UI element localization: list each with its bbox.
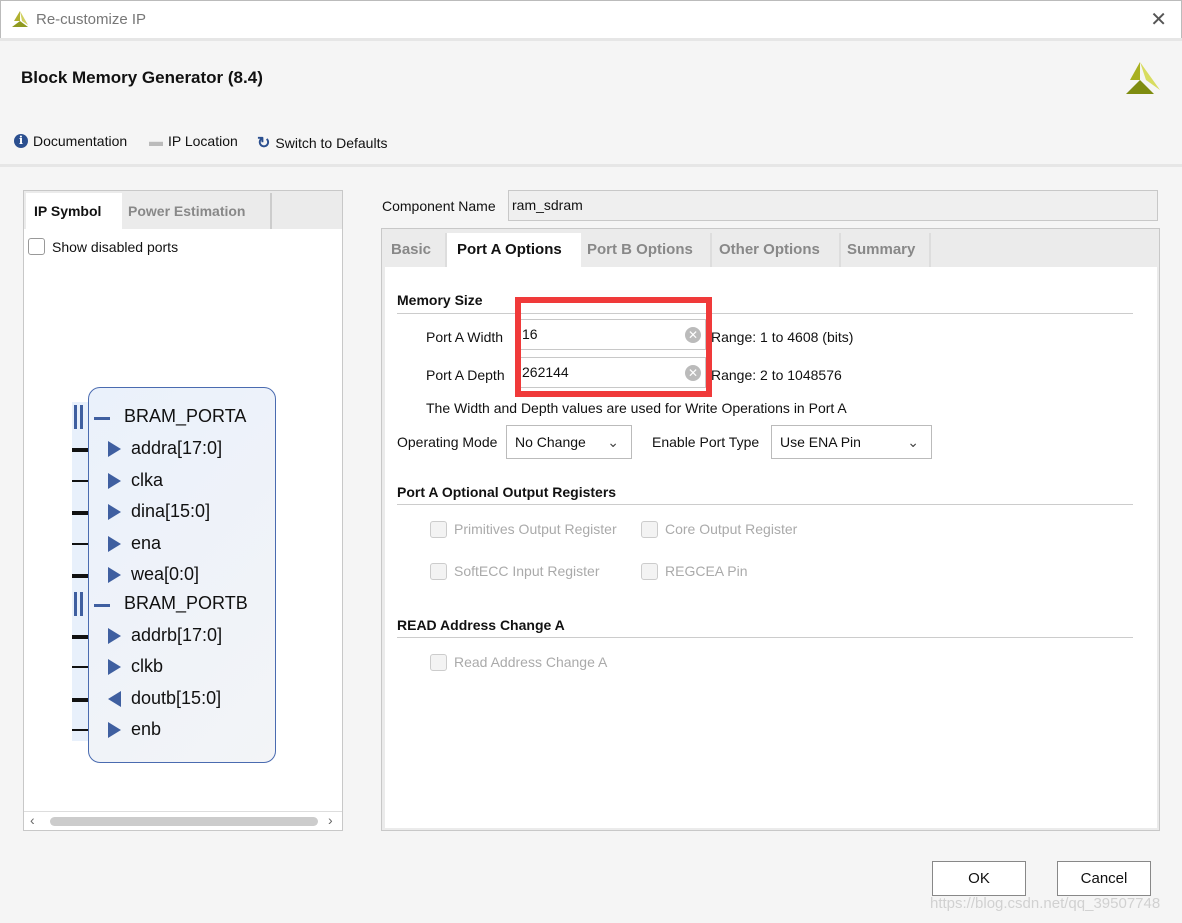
- softecc-input-register-checkbox[interactable]: SoftECC Input Register: [430, 563, 600, 580]
- pin-label: wea[0:0]: [131, 564, 200, 584]
- primitives-output-register-checkbox[interactable]: Primitives Output Register: [430, 521, 617, 538]
- port-a-width-range: Range: 1 to 4608 (bits): [711, 329, 854, 345]
- tab-basic[interactable]: Basic: [385, 233, 447, 267]
- input-arrow-icon: [108, 535, 121, 552]
- xilinx-logo-icon: [1126, 62, 1160, 94]
- bus-icon: [74, 591, 77, 616]
- input-arrow-icon: [108, 441, 121, 457]
- input-arrow-icon: [108, 472, 121, 489]
- output-arrow-icon: [108, 690, 121, 707]
- pin-wire: [72, 448, 88, 452]
- port-a-width-label: Port A Width: [426, 329, 504, 345]
- refresh-icon: ↻: [257, 135, 271, 152]
- pin-label: addra[17:0]: [131, 438, 223, 458]
- port-a-depth-label: Port A Depth: [426, 367, 505, 383]
- documentation-label: Documentation: [33, 133, 128, 149]
- horizontal-scrollbar[interactable]: ‹ ›: [24, 811, 342, 830]
- pin-label: ena: [131, 532, 162, 553]
- pin-wire: [72, 574, 88, 578]
- enable-port-type-label: Enable Port Type: [652, 434, 760, 450]
- tab-summary[interactable]: Summary: [841, 233, 931, 267]
- options-panel: Basic Port A Options Port B Options Othe…: [381, 228, 1160, 831]
- pin-label: dina[15:0]: [131, 501, 211, 521]
- enable-port-type-select[interactable]: Use ENA Pin ⌄: [771, 425, 932, 459]
- title-bar: Re-customize IP ✕: [0, 0, 1182, 38]
- tab-port-b-options[interactable]: Port B Options: [581, 233, 712, 267]
- info-icon: i: [14, 134, 28, 148]
- input-arrow-icon: [108, 722, 121, 738]
- show-disabled-ports-checkbox[interactable]: Show disabled ports: [28, 238, 178, 255]
- page-title: Block Memory Generator (8.4): [21, 68, 263, 87]
- tab-power-estimation[interactable]: Power Estimation: [120, 193, 272, 229]
- chevron-down-icon: ⌄: [607, 434, 619, 450]
- scroll-right-icon[interactable]: ›: [328, 812, 333, 828]
- port-a-depth-range: Range: 2 to 1048576: [711, 367, 842, 383]
- pin-wire: [72, 729, 88, 731]
- divider: [0, 164, 1182, 167]
- interface-label: BRAM_PORTA: [124, 406, 247, 426]
- pin-label: clka: [131, 469, 164, 490]
- scrollbar-thumb[interactable]: [50, 817, 318, 826]
- pin-label: enb: [131, 719, 162, 739]
- memory-size-heading: Memory Size: [397, 292, 483, 308]
- pin-label: clkb: [131, 656, 164, 676]
- tab-other-options[interactable]: Other Options: [713, 233, 841, 267]
- window-title: Re-customize IP: [36, 11, 147, 28]
- pin-label: addrb[17:0]: [131, 624, 223, 645]
- component-name-input[interactable]: ram_sdram: [508, 190, 1158, 221]
- xilinx-logo-icon: [12, 11, 28, 27]
- highlight-box: [515, 297, 712, 397]
- regcea-pin-checkbox[interactable]: REGCEA Pin: [641, 563, 747, 580]
- optional-registers-heading: Port A Optional Output Registers: [397, 484, 617, 500]
- ip-location-label: IP Location: [168, 133, 238, 149]
- operating-mode-select[interactable]: No Change ⌄: [506, 425, 632, 459]
- tab-content: Memory Size Port A Width 16 ✕ Range: 1 to…: [385, 267, 1157, 828]
- pin-wire: [72, 479, 88, 482]
- pin-wire: [72, 697, 88, 702]
- width-depth-note: The Width and Depth values are used for …: [426, 400, 847, 416]
- input-arrow-icon: [108, 659, 121, 675]
- operating-mode-label: Operating Mode: [397, 434, 498, 450]
- checkbox[interactable]: [28, 238, 45, 255]
- tab-ip-symbol[interactable]: IP Symbol: [26, 193, 122, 229]
- scroll-left-icon[interactable]: ‹: [30, 812, 35, 828]
- checkbox-label: Show disabled ports: [52, 238, 179, 255]
- folder-icon: ▬: [149, 133, 163, 149]
- cancel-button[interactable]: Cancel: [1057, 861, 1151, 896]
- input-arrow-icon: [108, 567, 121, 583]
- left-panel: IP Symbol Power Estimation Show disabled…: [23, 190, 343, 831]
- pin-label: doutb[15:0]: [131, 687, 222, 708]
- bus-icon: [74, 405, 77, 429]
- pin-wire: [72, 634, 88, 639]
- read-address-heading: READ Address Change A: [397, 617, 565, 633]
- chevron-down-icon: ⌄: [907, 434, 919, 450]
- enable-port-type-value: Use ENA Pin: [780, 434, 861, 450]
- input-arrow-icon: [108, 627, 121, 644]
- operating-mode-value: No Change: [515, 434, 586, 450]
- watermark: https://blog.csdn.net/qq_39507748: [930, 895, 1161, 912]
- close-icon[interactable]: ✕: [1150, 7, 1167, 32]
- documentation-link[interactable]: i Documentation: [14, 133, 127, 149]
- component-name-label: Component Name: [382, 198, 496, 214]
- divider: [0, 38, 1182, 41]
- tab-port-a-options[interactable]: Port A Options: [447, 233, 581, 267]
- ok-button[interactable]: OK: [932, 861, 1026, 896]
- switch-defaults-label: Switch to Defaults: [275, 135, 388, 151]
- switch-defaults-link[interactable]: ↻ Switch to Defaults: [257, 133, 387, 153]
- pin-wire: [72, 666, 88, 668]
- collapse-icon[interactable]: [94, 417, 110, 420]
- interface-label: BRAM_PORTB: [124, 592, 248, 613]
- ip-location-link[interactable]: ▬ IP Location: [149, 133, 238, 149]
- collapse-icon[interactable]: [94, 603, 110, 607]
- input-arrow-icon: [108, 504, 121, 520]
- pin-wire: [72, 511, 88, 515]
- core-output-register-checkbox[interactable]: Core Output Register: [641, 521, 797, 538]
- read-address-change-checkbox[interactable]: Read Address Change A: [430, 654, 607, 671]
- pin-wire: [72, 542, 88, 545]
